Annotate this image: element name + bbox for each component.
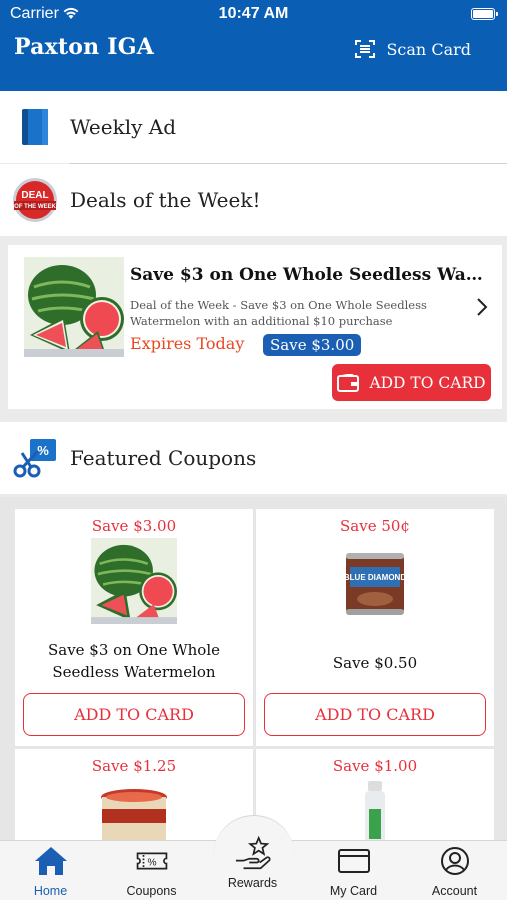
coupon-name: Save $0.50 [332, 654, 418, 672]
coupon-card[interactable]: Save $1.00 [256, 749, 494, 840]
coupon-save: Save 50¢ [340, 517, 410, 535]
deal-badge-icon: DEAL OF THE WEEK [13, 178, 57, 222]
brand-text: BLUE DIAMOND [344, 573, 406, 582]
cheese-tub-image [101, 789, 167, 840]
tab-account[interactable]: Account [404, 846, 505, 900]
chevron-right-icon[interactable] [476, 297, 488, 317]
coupons-icon: % [136, 852, 167, 870]
svg-text:%: % [37, 443, 49, 458]
scan-icon [355, 40, 376, 58]
deal-card[interactable]: Save $3 on One Whole Seedless Waterm... … [8, 245, 502, 409]
coupon-card[interactable]: Save $1.25 [15, 749, 253, 840]
featured-coupons-label: Featured Coupons [70, 446, 257, 470]
app-title: Paxton IGA [14, 34, 154, 60]
svg-text:%: % [147, 857, 156, 868]
featured-coupons-row[interactable]: % Featured Coupons [0, 422, 507, 494]
deal-add-label: ADD TO CARD [369, 373, 486, 392]
deal-save-badge: Save $3.00 [263, 334, 362, 356]
deals-of-week-row[interactable]: DEAL OF THE WEEK Deals of the Week! [0, 164, 507, 236]
coupon-save: Save $3.00 [91, 517, 177, 535]
deal-expires: Expires Today [130, 334, 245, 353]
coupons-grid: Save $3.00 Save $3 on One Whole Seedless… [0, 497, 507, 840]
wallet-icon [337, 373, 360, 392]
spray-bottle-image [365, 781, 385, 840]
tab-my-card-label: My Card [329, 884, 378, 898]
app-header: Carrier 10:47 AM Paxton IGA Scan Card [0, 0, 507, 91]
tab-coupons[interactable]: % Coupons [101, 846, 202, 900]
coupon-save: Save $1.00 [332, 757, 418, 775]
almond-can-image: BLUE DIAMOND [344, 553, 406, 615]
deal-add-to-card-button[interactable]: ADD TO CARD [332, 364, 491, 401]
tab-rewards[interactable]: Rewards [202, 836, 303, 890]
battery-icon [471, 8, 498, 20]
watermelon-image [91, 538, 177, 624]
rewards-icon [235, 836, 270, 870]
coupon-save: Save $1.25 [91, 757, 177, 775]
coupon-add-to-card-button[interactable]: ADD TO CARD [23, 693, 245, 736]
coupon-add-to-card-button[interactable]: ADD TO CARD [264, 693, 486, 736]
watermelon-image [24, 257, 124, 357]
deals-of-week-label: Deals of the Week! [70, 188, 261, 212]
deal-title: Save $3 on One Whole Seedless Waterm... [130, 265, 488, 285]
tab-coupons-label: Coupons [126, 884, 177, 898]
coupon-card[interactable]: Save 50¢ BLUE DIAMOND Save $0.50 ADD TO … [256, 509, 494, 746]
home-icon [34, 847, 67, 875]
coupon-name: Save $3 on One Whole Seedless Watermelon [47, 641, 221, 681]
tab-account-label: Account [431, 884, 478, 898]
svg-text:OF THE WEEK: OF THE WEEK [14, 204, 56, 210]
tab-rewards-label: Rewards [227, 876, 278, 890]
tab-my-card[interactable]: My Card [303, 846, 404, 900]
weekly-ad-label: Weekly Ad [70, 115, 177, 139]
card-icon [337, 849, 370, 873]
deal-badge-text: DEAL [21, 190, 48, 201]
weekly-ad-row[interactable]: Weekly Ad [0, 91, 507, 163]
coupon-scissors-icon: % [13, 439, 56, 478]
tab-home[interactable]: Home [0, 846, 101, 900]
status-time: 10:47 AM [218, 5, 289, 22]
book-icon [22, 109, 48, 145]
account-icon [440, 847, 469, 875]
tab-home-label: Home [33, 884, 68, 898]
scan-card-button[interactable]: Scan Card [354, 38, 471, 60]
coupon-card[interactable]: Save $3.00 Save $3 on One Whole Seedless… [15, 509, 253, 746]
deal-description: Deal of the Week - Save $3 on One Whole … [130, 298, 427, 328]
status-bar: Carrier 10:47 AM [0, 0, 507, 30]
scan-card-label: Scan Card [386, 39, 471, 59]
deal-section: Save $3 on One Whole Seedless Waterm... … [0, 239, 507, 419]
